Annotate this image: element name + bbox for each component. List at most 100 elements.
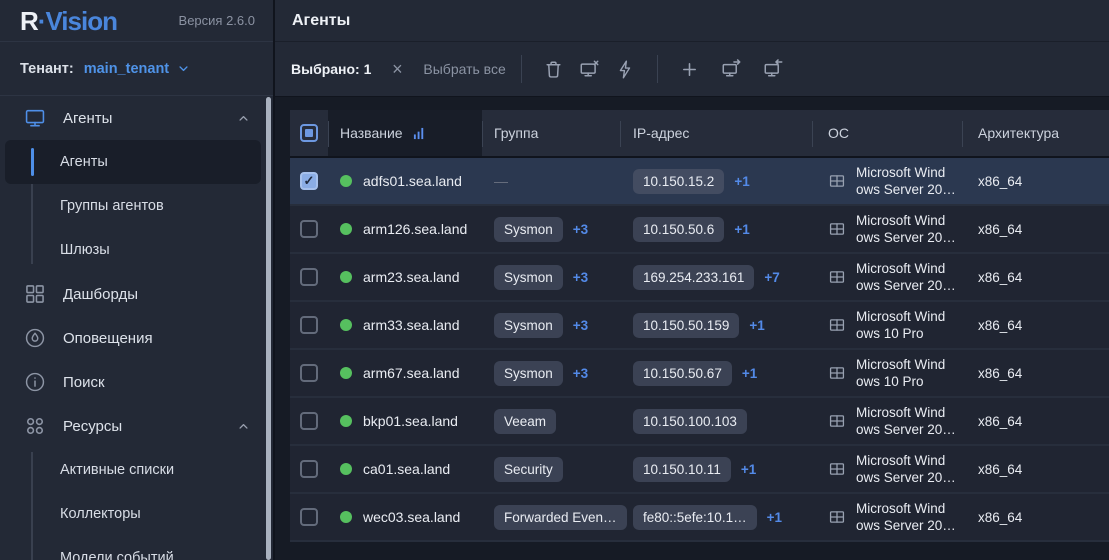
windows-icon [828,508,846,526]
plus-button[interactable] [673,52,706,86]
page-header: Агенты [275,0,1109,42]
group-more-link[interactable]: +3 [573,222,588,237]
row-checkbox[interactable] [300,460,318,478]
table-row[interactable]: arm33.sea.land Sysmon +3 10.150.50.159 +1 … [290,302,1109,350]
sidebar-item-agent-groups[interactable]: Группы агентов [0,184,273,228]
clear-selection-button[interactable]: × [387,60,407,78]
row-checkbox[interactable] [300,316,318,334]
windows-icon [828,412,846,430]
row-checkbox[interactable] [300,220,318,238]
selected-count-label: Выбрано: 1 [291,61,372,77]
sidebar-item-dashboards[interactable]: Дашборды [0,272,273,316]
main-area: Агенты Выбрано: 1 × Выбрать все Название… [275,0,1109,560]
sidebar-item-gateways[interactable]: Шлюзы [0,228,273,272]
ip-more-link[interactable]: +1 [734,174,749,189]
sidebar-item-agents-list[interactable]: Агенты [5,140,261,184]
ip-more-link[interactable]: +1 [734,222,749,237]
sidebar-item-collectors[interactable]: Коллекторы [0,492,273,536]
os-name: Microsoft Wind ows Server 20… [856,165,956,197]
row-cell-os: Microsoft Wind ows 10 Pro [812,308,962,342]
header-cell-group[interactable]: Группа [482,110,620,156]
toolbar: Выбрано: 1 × Выбрать все [275,42,1109,97]
table-row[interactable]: ca01.sea.land Security 10.150.10.11 +1 Mi… [290,446,1109,494]
sidebar-item-active-lists[interactable]: Активные списки [0,448,273,492]
header-cell-arch[interactable]: Архитектура [962,110,1109,156]
row-cell-name: adfs01.sea.land [328,173,482,189]
sidebar-item-agents[interactable]: Агенты [0,96,273,140]
monitor-arrow-out-button[interactable] [715,52,748,86]
row-cell-ip: 10.150.10.11 +1 [620,456,812,482]
ip-more-link[interactable]: +1 [749,318,764,333]
row-cell-arch: x86_64 [962,222,1109,237]
header-cell-ip[interactable]: IP-адрес [620,110,812,156]
table-row[interactable]: ✓ adfs01.sea.land — 10.150.15.2 +1 Micros… [290,158,1109,206]
os-name: Microsoft Wind ows Server 20… [856,213,956,245]
os-name: Microsoft Wind ows Server 20… [856,261,956,293]
trash-button[interactable] [537,52,570,86]
select-all-button[interactable]: Выбрать все [423,61,505,77]
ip-more-link[interactable]: +1 [767,510,782,525]
row-cell-name: arm126.sea.land [328,221,482,237]
table-body: ✓ adfs01.sea.land — 10.150.15.2 +1 Micros… [290,158,1109,542]
monitor-arrow-in-button[interactable] [757,52,790,86]
select-all-checkbox[interactable] [300,124,318,142]
ip-more-link[interactable]: +1 [742,366,757,381]
group-chip: Veeam [494,408,557,434]
row-cell-ip: 10.150.50.159 +1 [620,312,812,338]
agent-name[interactable]: arm126.sea.land [363,221,467,237]
group-more-link[interactable]: +3 [573,366,588,381]
table-row[interactable]: arm67.sea.land Sysmon +3 10.150.50.67 +1 M… [290,350,1109,398]
sort-icon[interactable] [413,127,426,140]
row-cell-group: Sysmon +3 [482,216,620,242]
row-cell-ip: 10.150.50.67 +1 [620,360,812,386]
agent-name[interactable]: arm67.sea.land [363,365,460,381]
table-row[interactable]: arm126.sea.land Sysmon +3 10.150.50.6 +1 M… [290,206,1109,254]
row-checkbox[interactable] [300,412,318,430]
row-checkbox[interactable] [300,364,318,382]
row-cell-select [290,508,328,526]
ip-more-link[interactable]: +7 [764,270,779,285]
group-more-link[interactable]: +3 [573,318,588,333]
monitor-x-icon [579,59,600,80]
sidebar-scrollbar[interactable] [266,97,271,560]
sidebar-subitem-label: Активные списки [60,462,175,478]
row-cell-os: Microsoft Wind ows Server 20… [812,404,962,438]
sidebar-item-alerts[interactable]: Оповещения [0,316,273,360]
architecture: x86_64 [978,173,1023,189]
row-checkbox[interactable] [300,268,318,286]
page-title: Агенты [292,11,351,29]
monitor-x-button[interactable] [573,52,606,86]
sidebar-item-search[interactable]: Поиск [0,360,273,404]
sidebar-subitem-label: Коллекторы [60,506,141,522]
table-row[interactable]: arm23.sea.land Sysmon +3 169.254.233.161 +… [290,254,1109,302]
content-area: Название Группа IP-адрес ОС Архитектура … [275,97,1109,560]
sidebar-item-event-models[interactable]: Модели событий [0,536,273,560]
os-name: Microsoft Wind ows Server 20… [856,501,956,533]
agent-name[interactable]: ca01.sea.land [363,461,450,477]
agent-name[interactable]: arm23.sea.land [363,269,460,285]
ip-more-link[interactable]: +1 [741,462,756,477]
agent-name[interactable]: arm33.sea.land [363,317,460,333]
sidebar-nav: Агенты Агенты Группы агентов Шлюзы Дашбо… [0,96,273,560]
table-row[interactable]: bkp01.sea.land Veeam 10.150.100.103 Micr… [290,398,1109,446]
architecture: x86_64 [978,461,1023,477]
chevron-down-icon [176,61,191,76]
logo-row: R·Vision Версия 2.6.0 [0,0,273,42]
row-checkbox[interactable] [300,508,318,526]
os-name: Microsoft Wind ows 10 Pro [856,357,946,389]
lightning-button[interactable] [609,52,642,86]
group-more-link[interactable]: +3 [573,270,588,285]
row-cell-os: Microsoft Wind ows 10 Pro [812,356,962,390]
windows-icon [828,364,846,382]
header-cell-name[interactable]: Название [328,110,482,156]
row-checkbox[interactable]: ✓ [300,172,318,190]
header-cell-os[interactable]: ОС [812,110,962,156]
table-row[interactable]: wec03.sea.land Forwarded Even… fe80::5ef… [290,494,1109,542]
column-label: IP-адрес [633,125,690,141]
agent-name[interactable]: bkp01.sea.land [363,413,458,429]
tenant-label: Тенант: [20,60,74,77]
agent-name[interactable]: wec03.sea.land [363,509,460,525]
agent-name[interactable]: adfs01.sea.land [363,173,462,189]
sidebar-item-resources[interactable]: Ресурсы [0,404,273,448]
tenant-selector[interactable]: main_tenant [84,61,191,77]
